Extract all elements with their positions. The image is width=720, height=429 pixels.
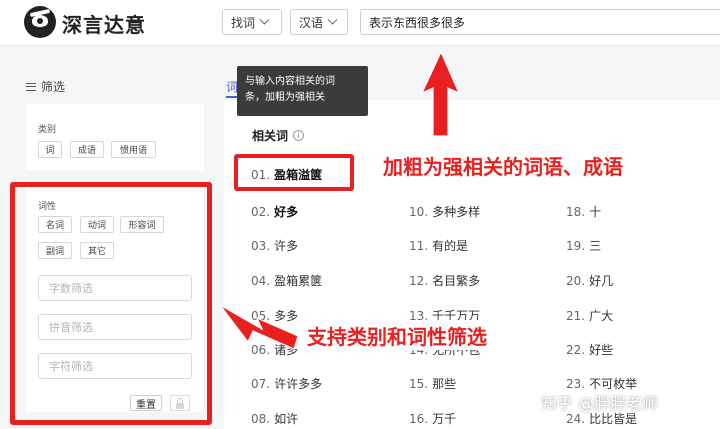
arrow-to-filters-icon bbox=[219, 304, 299, 350]
annotation-filters: 支持类别和词性筛选 bbox=[307, 325, 487, 349]
annotation-strong-words: 加粗为强相关的词语、成语 bbox=[383, 155, 623, 179]
arrow-to-search-icon bbox=[420, 50, 461, 137]
annotation-arrows bbox=[219, 50, 461, 350]
watermark: 知乎 @胖胖老师 bbox=[541, 394, 659, 413]
